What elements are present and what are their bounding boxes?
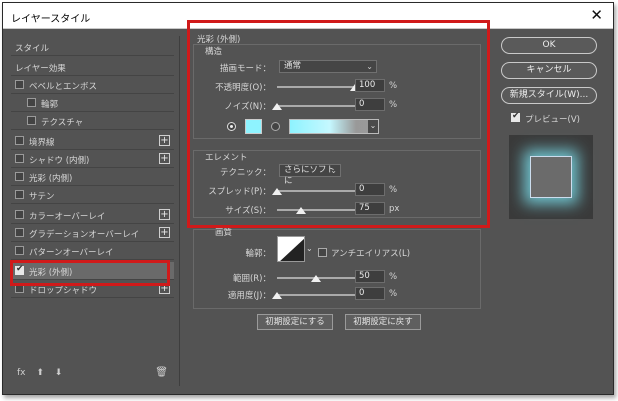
contour-curve-icon bbox=[280, 238, 304, 261]
sidebar-item-checkbox[interactable] bbox=[27, 98, 36, 107]
range-input[interactable]: 50 bbox=[355, 270, 385, 283]
reset-default-button[interactable]: 初期設定に戻す bbox=[345, 314, 421, 330]
sidebar-item-label: カラーオーバーレイ bbox=[29, 212, 106, 222]
jitter-slider[interactable] bbox=[277, 294, 355, 296]
sidebar-item[interactable]: 光彩 (内側) bbox=[11, 168, 174, 186]
range-label: 範囲(R)： bbox=[232, 274, 271, 284]
sidebar-item[interactable]: グラデーションオーバーレイ + bbox=[11, 224, 174, 242]
contour-dropdown[interactable]: ⌄ bbox=[306, 244, 314, 254]
sidebar-item-label: 輪郭 bbox=[41, 100, 59, 110]
preview-checkbox[interactable]: ✔ bbox=[511, 111, 520, 122]
add-effect-icon[interactable]: + bbox=[159, 227, 170, 238]
sidebar-item-checkbox[interactable] bbox=[15, 246, 24, 255]
jitter-input[interactable]: 0 bbox=[355, 287, 385, 300]
contour-picker[interactable] bbox=[277, 236, 305, 262]
sidebar-item-checkbox[interactable] bbox=[15, 154, 24, 163]
make-default-button[interactable]: 初期設定にする bbox=[257, 314, 333, 330]
antialias-label: アンチエイリアス(L) bbox=[331, 249, 411, 259]
antialias-checkbox[interactable] bbox=[318, 248, 327, 257]
highlight-outer-glow-settings bbox=[187, 20, 490, 228]
jitter-slider-knob[interactable] bbox=[272, 292, 282, 299]
sidebar-item-label: シャドウ (内側) bbox=[29, 156, 90, 166]
cancel-button[interactable]: キャンセル bbox=[501, 62, 597, 79]
sidebar-item-checkbox[interactable] bbox=[15, 172, 24, 181]
window-title: レイヤースタイル bbox=[11, 14, 91, 25]
sidebar-item-checkbox[interactable] bbox=[15, 136, 24, 145]
move-down-icon[interactable]: ⬇ bbox=[55, 368, 63, 378]
sidebar-item[interactable]: 境界線 + bbox=[11, 132, 174, 150]
contour-label: 輪郭： bbox=[245, 249, 271, 259]
sidebar-item-label: 境界線 bbox=[29, 138, 55, 148]
preview-thumbnail bbox=[509, 135, 593, 219]
sidebar-item-label: ベベルとエンボス bbox=[29, 82, 98, 92]
preview-glow-square bbox=[530, 156, 572, 198]
sidebar-item[interactable]: サテン bbox=[11, 186, 174, 204]
sidebar-item[interactable]: シャドウ (内側) + bbox=[11, 150, 174, 168]
sidebar-item-checkbox[interactable] bbox=[15, 210, 24, 219]
jitter-label: 適用度(J)： bbox=[227, 291, 271, 301]
sidebar-item[interactable]: テクスチャ bbox=[11, 112, 174, 130]
preview-label: プレビュー(V) bbox=[525, 115, 580, 125]
jitter-unit: % bbox=[389, 289, 398, 299]
highlight-selected-item bbox=[10, 260, 170, 286]
sidebar-item[interactable]: パターンオーバーレイ bbox=[11, 242, 174, 260]
sidebar-item[interactable]: レイヤー効果 bbox=[11, 58, 174, 76]
add-effect-icon[interactable]: + bbox=[159, 209, 170, 220]
sidebar-item-label: グラデーションオーバーレイ bbox=[29, 230, 140, 240]
styles-sidebar: スタイルレイヤー効果ベベルとエンボス輪郭テクスチャ境界線 + シャドウ (内側) + 光… bbox=[11, 36, 174, 386]
add-effect-icon[interactable]: + bbox=[159, 153, 170, 164]
sidebar-item[interactable]: スタイル bbox=[11, 38, 174, 56]
range-unit: % bbox=[389, 272, 398, 282]
sidebar-item-label: レイヤー効果 bbox=[15, 64, 66, 74]
ok-button[interactable]: OK bbox=[501, 37, 597, 54]
sidebar-item-label: サテン bbox=[29, 192, 55, 202]
trash-icon[interactable]: 🗑 bbox=[155, 367, 168, 378]
sidebar-item-label: テクスチャ bbox=[41, 118, 84, 128]
fx-icon[interactable]: fx bbox=[17, 368, 26, 378]
sidebar-item[interactable]: カラーオーバーレイ + bbox=[11, 206, 174, 224]
close-icon[interactable]: ✕ bbox=[590, 6, 603, 24]
sidebar-item-checkbox[interactable] bbox=[15, 228, 24, 237]
sidebar-item-label: スタイル bbox=[15, 44, 50, 54]
check-icon: ✔ bbox=[512, 111, 520, 121]
move-up-icon[interactable]: ⬆ bbox=[36, 368, 44, 378]
sidebar-item-checkbox[interactable] bbox=[27, 116, 36, 125]
sidebar-footer: fx ⬆ ⬇ bbox=[17, 368, 70, 378]
sidebar-item[interactable]: ベベルとエンボス bbox=[11, 76, 174, 94]
add-effect-icon[interactable]: + bbox=[159, 135, 170, 146]
sidebar-divider bbox=[179, 36, 180, 386]
sidebar-item[interactable]: 輪郭 bbox=[11, 94, 174, 112]
layer-style-dialog: レイヤースタイル ✕ スタイルレイヤー効果ベベルとエンボス輪郭テクスチャ境界線 +… bbox=[2, 2, 614, 395]
sidebar-item-checkbox[interactable] bbox=[15, 190, 24, 199]
sidebar-item-checkbox[interactable] bbox=[15, 80, 24, 89]
range-slider-knob[interactable] bbox=[311, 275, 321, 282]
sidebar-item-label: 光彩 (内側) bbox=[29, 174, 73, 184]
new-style-button[interactable]: 新規スタイル(W)... bbox=[501, 87, 597, 104]
sidebar-item-label: パターンオーバーレイ bbox=[29, 248, 114, 258]
